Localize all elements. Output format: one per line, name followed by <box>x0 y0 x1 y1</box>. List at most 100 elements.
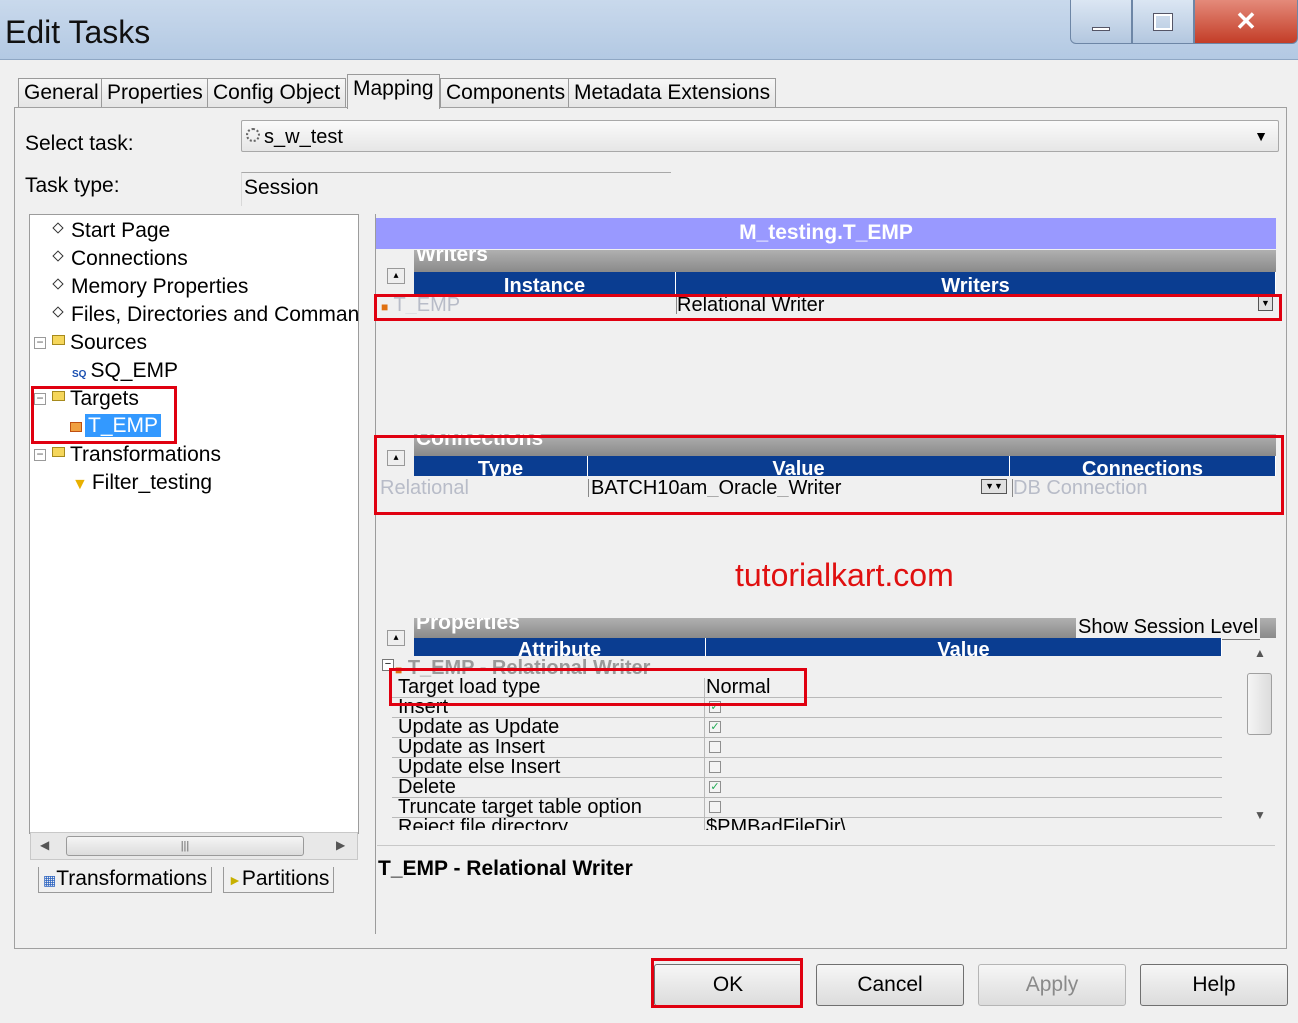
tree-item-label: Connections <box>71 247 188 270</box>
properties-scroll-thumb[interactable] <box>1247 673 1272 735</box>
property-attribute: Delete <box>398 776 456 798</box>
tab-label: Transformations <box>56 867 208 890</box>
column-instance: Instance <box>414 272 676 294</box>
tree-item-connections[interactable]: Connections <box>52 247 188 271</box>
maximize-button[interactable] <box>1132 0 1194 44</box>
tab-properties[interactable]: Properties <box>101 78 209 108</box>
select-task-label: Select task: <box>25 132 134 155</box>
show-session-level-link[interactable]: Show Session Level <box>1076 616 1261 640</box>
select-task-dropdown[interactable]: s_w_test ▼ <box>241 120 1279 152</box>
connection-value[interactable]: BATCH10am_Oracle_Writer <box>588 479 978 497</box>
scroll-left-icon[interactable]: ◀ <box>40 838 49 852</box>
transformations-icon: ▦ <box>43 872 57 888</box>
property-row-update-else-insert[interactable]: Update else Insert <box>392 757 1222 778</box>
property-row-update-as-insert[interactable]: Update as Insert <box>392 737 1222 758</box>
bullet-icon <box>52 278 64 291</box>
scroll-down-icon[interactable]: ▼ <box>1254 808 1266 822</box>
property-row-truncate[interactable]: Truncate target table option <box>392 797 1222 818</box>
maximize-icon <box>1153 12 1173 31</box>
partitions-icon: ► <box>228 872 242 888</box>
property-row-insert[interactable]: Insert ✓ <box>392 697 1222 718</box>
target-icon <box>70 422 82 432</box>
apply-button[interactable]: Apply <box>978 964 1126 1006</box>
bullet-icon <box>52 250 64 263</box>
collapse-transformations-icon[interactable]: − <box>34 448 46 461</box>
folder-icon <box>52 335 65 346</box>
tree-item-memory-properties[interactable]: Memory Properties <box>52 275 249 299</box>
column-type: Type <box>414 456 588 476</box>
property-attribute: Reject file directory <box>398 818 569 830</box>
watermark-text: tutorialkart.com <box>735 557 954 593</box>
collapse-writers-icon[interactable]: ▴ <box>387 268 405 284</box>
tab-metadata-extensions[interactable]: Metadata Extensions <box>568 78 777 108</box>
tree-item-label: Memory Properties <box>71 275 249 298</box>
tree-item-label: T_EMP <box>85 414 162 437</box>
property-row-delete[interactable]: Delete ✓ <box>392 776 1222 798</box>
ok-button[interactable]: OK <box>654 964 802 1006</box>
column-attribute-value: Value <box>706 638 1222 656</box>
update-as-insert-checkbox[interactable] <box>709 741 721 753</box>
tree-item-filter-testing[interactable]: ▼ Filter_testing <box>72 471 212 495</box>
scroll-thumb[interactable]: ||| <box>66 836 304 856</box>
tree-item-transformations[interactable]: Transformations <box>52 443 221 467</box>
tab-general[interactable]: General <box>18 78 105 108</box>
property-attribute: Update as Update <box>398 716 560 738</box>
tree-item-sources[interactable]: Sources <box>52 331 147 355</box>
writers-section-header: Writers <box>414 250 1276 272</box>
tab-transformations[interactable]: ▦Transformations <box>38 867 213 893</box>
tree-item-label: Sources <box>70 331 148 354</box>
tab-components[interactable]: Components <box>440 78 572 108</box>
property-group-text: T_EMP - Relational Writer <box>407 659 651 677</box>
tree-item-label: Files, Directories and Commands <box>71 303 359 326</box>
delete-checkbox[interactable]: ✓ <box>709 781 721 793</box>
tree-item-label: Targets <box>70 387 139 410</box>
writer-instance-cell[interactable]: ■ T_EMP <box>381 296 671 314</box>
writer-instance: T_EMP <box>393 296 461 314</box>
tab-config-object[interactable]: Config Object <box>207 78 347 108</box>
column-writers: Writers <box>676 272 1276 294</box>
connection-browse-icon[interactable]: ▼▼ <box>981 479 1007 494</box>
scroll-right-icon[interactable]: ▶ <box>336 838 345 852</box>
property-value[interactable]: $PMBadFileDir\ <box>706 818 846 830</box>
bullet-icon <box>52 222 64 235</box>
target-icon: ■ <box>395 663 403 677</box>
property-row-reject-dir[interactable]: Reject file directory $PMBadFileDir\ <box>392 818 1222 830</box>
property-row-update-as-update[interactable]: Update as Update ✓ <box>392 716 1222 738</box>
update-as-update-checkbox[interactable]: ✓ <box>709 721 721 733</box>
tree-item-start-page[interactable]: Start Page <box>52 219 171 243</box>
writer-value[interactable]: Relational Writer <box>676 296 1256 314</box>
connection-name: DB Connection <box>1012 479 1274 497</box>
tree-item-sq-emp[interactable]: SQ SQ_EMP <box>72 359 178 383</box>
close-button[interactable]: ✕ <box>1194 0 1298 44</box>
close-icon: ✕ <box>1235 6 1257 36</box>
property-row-target-load-type[interactable]: Target load type Normal <box>392 677 1222 698</box>
help-button[interactable]: Help <box>1140 964 1288 1006</box>
collapse-connections-icon[interactable]: ▴ <box>387 450 405 466</box>
source-qualifier-icon: SQ <box>72 369 87 380</box>
minimize-button[interactable] <box>1070 0 1132 44</box>
connections-section-header: Connections <box>414 434 1276 456</box>
column-connections: Connections <box>1010 456 1276 476</box>
tree-item-t-emp[interactable]: T_EMP <box>70 414 162 438</box>
collapse-group-icon[interactable]: − <box>382 659 394 671</box>
bullet-icon <box>52 306 64 319</box>
chevron-down-icon: ▼ <box>1254 128 1268 144</box>
tree-item-label: Filter_testing <box>91 471 213 494</box>
writer-dropdown-icon[interactable]: ▼ <box>1258 296 1273 311</box>
properties-vertical-scrollbar[interactable] <box>1245 640 1275 830</box>
tree-item-files-directories[interactable]: Files, Directories and Commands <box>52 303 359 327</box>
scroll-up-icon[interactable]: ▲ <box>1254 646 1266 660</box>
truncate-checkbox[interactable] <box>709 801 721 813</box>
tree-item-targets[interactable]: Targets <box>52 387 139 411</box>
update-else-insert-checkbox[interactable] <box>709 761 721 773</box>
tab-partitions[interactable]: ►Partitions <box>223 867 335 893</box>
collapse-targets-icon[interactable]: − <box>34 392 46 405</box>
tab-mapping[interactable]: Mapping <box>347 74 440 109</box>
column-value: Value <box>588 456 1010 476</box>
property-value[interactable]: Normal <box>706 677 770 697</box>
collapse-sources-icon[interactable]: − <box>34 336 46 349</box>
insert-checkbox[interactable]: ✓ <box>709 701 721 713</box>
cancel-button[interactable]: Cancel <box>816 964 964 1006</box>
tree-item-label: Start Page <box>71 219 171 242</box>
collapse-properties-icon[interactable]: ▴ <box>387 630 405 646</box>
